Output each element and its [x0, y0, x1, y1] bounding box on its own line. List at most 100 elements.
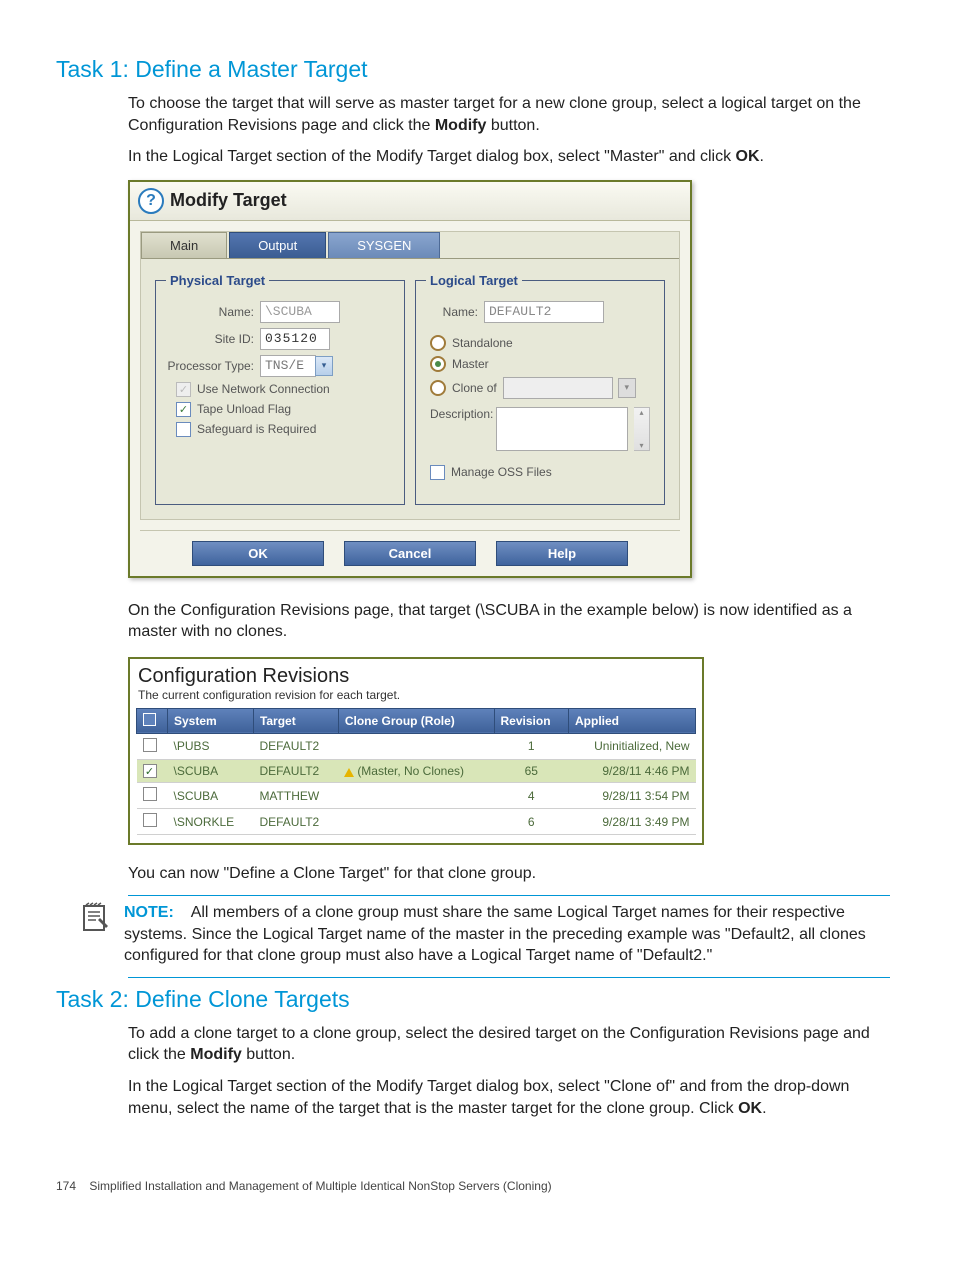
- dialog-tabs: Main Output SYSGEN: [141, 232, 679, 259]
- master-radio[interactable]: [430, 356, 446, 372]
- note-rule-top: [128, 895, 890, 896]
- safeguard-label: Safeguard is Required: [197, 422, 316, 436]
- cell-applied: 9/28/11 3:54 PM: [569, 783, 696, 809]
- task2-heading: Task 2: Define Clone Targets: [56, 986, 898, 1013]
- standalone-radio[interactable]: [430, 335, 446, 351]
- use-network-label: Use Network Connection: [197, 382, 330, 396]
- logical-legend: Logical Target: [426, 273, 522, 288]
- mid-paragraph: On the Configuration Revisions page, tha…: [128, 600, 890, 643]
- cell-system: \SCUBA: [168, 783, 254, 809]
- tape-unload-label: Tape Unload Flag: [197, 402, 291, 416]
- help-button[interactable]: Help: [496, 541, 628, 566]
- header-clone[interactable]: Clone Group (Role): [338, 708, 494, 733]
- task1-p2c: .: [760, 148, 764, 165]
- manage-oss-label: Manage OSS Files: [451, 465, 552, 479]
- cell-clone: [338, 809, 494, 835]
- cell-target: MATTHEW: [253, 783, 338, 809]
- header-applied[interactable]: Applied: [569, 708, 696, 733]
- row-checkbox[interactable]: [143, 787, 157, 801]
- description-label: Description:: [430, 407, 490, 421]
- table-row[interactable]: \SCUBADEFAULT2(Master, No Clones)659/28/…: [137, 759, 696, 783]
- cell-revision: 65: [494, 759, 569, 783]
- log-name-input[interactable]: DEFAULT2: [484, 301, 604, 323]
- note-rule-bottom: [128, 977, 890, 978]
- phys-name-input[interactable]: \SCUBA: [260, 301, 340, 323]
- note-block: NOTE: All members of a clone group must …: [80, 902, 890, 967]
- dialog-title-bar: ? Modify Target: [130, 182, 690, 221]
- dialog-title-text: Modify Target: [170, 190, 287, 211]
- header-system[interactable]: System: [168, 708, 254, 733]
- description-textarea[interactable]: [496, 407, 628, 451]
- ok-button[interactable]: OK: [192, 541, 324, 566]
- mid-paragraph-text: On the Configuration Revisions page, tha…: [128, 600, 890, 643]
- revisions-title: Configuration Revisions: [138, 665, 696, 688]
- description-scrollbar[interactable]: ▴▾: [634, 407, 650, 451]
- header-target[interactable]: Target: [253, 708, 338, 733]
- physical-legend: Physical Target: [166, 273, 269, 288]
- siteid-label: Site ID:: [166, 332, 260, 346]
- cell-revision: 1: [494, 733, 569, 759]
- task1-heading: Task 1: Define a Master Target: [56, 56, 898, 83]
- row-checkbox[interactable]: [143, 813, 157, 827]
- page-footer: 174 Simplified Installation and Manageme…: [56, 1179, 898, 1193]
- master-label: Master: [452, 357, 489, 371]
- header-checkbox[interactable]: [137, 708, 168, 733]
- page-number: 174: [56, 1179, 76, 1193]
- proctype-label: Processor Type:: [166, 359, 260, 373]
- manage-oss-checkbox[interactable]: [430, 465, 445, 480]
- cell-applied: 9/28/11 4:46 PM: [569, 759, 696, 783]
- cancel-button[interactable]: Cancel: [344, 541, 476, 566]
- header-revision[interactable]: Revision: [494, 708, 569, 733]
- cell-clone: [338, 733, 494, 759]
- proctype-dropdown-icon[interactable]: ▾: [315, 356, 333, 376]
- standalone-label: Standalone: [452, 336, 513, 350]
- revisions-table: System Target Clone Group (Role) Revisio…: [136, 708, 696, 836]
- modify-target-dialog: ? Modify Target Main Output SYSGEN Physi…: [128, 180, 692, 578]
- help-icon[interactable]: ?: [138, 188, 164, 214]
- tab-main[interactable]: Main: [141, 232, 227, 258]
- task2-ok-bold: OK: [738, 1100, 762, 1117]
- configuration-revisions-panel: Configuration Revisions The current conf…: [128, 657, 704, 846]
- task1-p2a: In the Logical Target section of the Mod…: [128, 148, 736, 165]
- cell-system: \SNORKLE: [168, 809, 254, 835]
- tab-sysgen[interactable]: SYSGEN: [328, 232, 440, 258]
- use-network-checkbox[interactable]: [176, 382, 191, 397]
- row-checkbox[interactable]: [143, 764, 157, 778]
- cell-applied: 9/28/11 3:49 PM: [569, 809, 696, 835]
- note-body: All members of a clone group must share …: [124, 904, 866, 964]
- ok-bold: OK: [736, 148, 760, 165]
- task1-body: To choose the target that will serve as …: [128, 93, 890, 168]
- phys-name-label: Name:: [166, 305, 260, 319]
- row-checkbox[interactable]: [143, 738, 157, 752]
- cell-system: \SCUBA: [168, 759, 254, 783]
- task2-p1c: button.: [242, 1046, 295, 1063]
- tab-output[interactable]: Output: [229, 232, 326, 258]
- modify-bold: Modify: [435, 117, 487, 134]
- cell-target: DEFAULT2: [253, 759, 338, 783]
- table-row[interactable]: \SNORKLEDEFAULT2 69/28/11 3:49 PM: [137, 809, 696, 835]
- cell-target: DEFAULT2: [253, 809, 338, 835]
- cell-revision: 4: [494, 783, 569, 809]
- cloneof-select[interactable]: [503, 377, 613, 399]
- after-revs-p: You can now "Define a Clone Target" for …: [128, 863, 890, 885]
- cloneof-label: Clone of: [452, 381, 497, 395]
- cloneof-dropdown-icon[interactable]: ▾: [618, 378, 636, 398]
- proctype-input[interactable]: TNS/E: [260, 355, 316, 377]
- safeguard-checkbox[interactable]: [176, 422, 191, 437]
- after-revs-text: You can now "Define a Clone Target" for …: [128, 863, 890, 885]
- task2-p2c: .: [762, 1100, 766, 1117]
- cloneof-radio[interactable]: [430, 380, 446, 396]
- siteid-input[interactable]: 035120: [260, 328, 330, 350]
- logical-target-group: Logical Target Name: DEFAULT2 Standalone…: [415, 273, 665, 505]
- revisions-subtitle: The current configuration revision for e…: [138, 688, 696, 702]
- table-row[interactable]: \PUBSDEFAULT21Uninitialized, New: [137, 733, 696, 759]
- tape-unload-checkbox[interactable]: [176, 402, 191, 417]
- note-icon: [80, 902, 112, 967]
- task1-p1c: button.: [486, 117, 539, 134]
- cell-revision: 6: [494, 809, 569, 835]
- task2-modify-bold: Modify: [190, 1046, 242, 1063]
- table-row[interactable]: \SCUBAMATTHEW 49/28/11 3:54 PM: [137, 783, 696, 809]
- task2-body: To add a clone target to a clone group, …: [128, 1023, 890, 1119]
- cell-clone: (Master, No Clones): [338, 759, 494, 783]
- physical-target-group: Physical Target Name: \SCUBA Site ID: 03…: [155, 273, 405, 505]
